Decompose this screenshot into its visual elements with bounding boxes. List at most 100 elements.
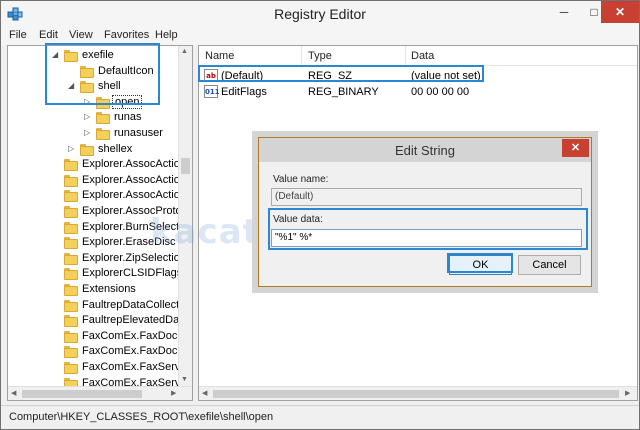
tree-horizontal-scrollbar[interactable]: ◀ ▶	[8, 386, 192, 400]
expand-arrow-icon[interactable]: ▷	[84, 113, 92, 121]
list-row-editflags[interactable]: 011 EditFlags REG_BINARY 00 00 00 00	[199, 84, 637, 100]
tree-node-label: FaxComEx.FaxDocum	[82, 329, 193, 342]
no-expander	[52, 238, 60, 246]
list-horizontal-scrollbar[interactable]: ◀ ▶	[199, 386, 637, 400]
folder-icon	[96, 128, 110, 140]
tree-hscroll-thumb[interactable]	[22, 390, 142, 398]
folder-icon	[64, 206, 78, 218]
folder-icon	[80, 143, 94, 156]
no-expander	[52, 332, 60, 340]
ok-button[interactable]: OK	[449, 255, 512, 275]
folder-icon	[64, 268, 78, 281]
scroll-left-icon[interactable]: ◀	[202, 389, 207, 397]
tree-node-label: Explorer.AssocActionI	[82, 189, 189, 202]
folder-icon	[64, 346, 78, 359]
no-expander	[68, 67, 76, 75]
folder-open-icon	[64, 50, 78, 62]
menu-bar: File Edit View Favorites Help	[1, 27, 639, 45]
no-expander	[52, 316, 60, 324]
title-bar: Registry Editor ─ □ ✕	[1, 1, 639, 27]
folder-icon	[64, 284, 78, 296]
folder-open-icon	[80, 81, 94, 94]
no-expander	[52, 363, 60, 371]
no-expander	[52, 347, 60, 355]
dialog-title: Edit String	[395, 143, 455, 158]
tree-node-label: shellex	[98, 142, 133, 155]
folder-icon	[64, 299, 78, 312]
list-row-default[interactable]: ab (Default) REG_SZ (value not set)	[199, 68, 637, 84]
minimize-button[interactable]: ─	[549, 1, 579, 23]
tree-node-label: Explorer.ZipSelection	[82, 251, 186, 264]
folder-icon	[80, 65, 94, 78]
column-separator	[405, 46, 406, 66]
no-expander	[52, 301, 60, 309]
column-type-header[interactable]: Type	[308, 50, 332, 62]
value-data: 00 00 00 00	[411, 86, 470, 98]
value-name: EditFlags	[221, 86, 267, 98]
tree-node-label: FaxComEx.FaxDocum	[82, 345, 193, 358]
no-expander	[52, 160, 60, 168]
scroll-down-icon[interactable]: ▼	[181, 376, 188, 383]
no-expander	[52, 191, 60, 199]
collapse-arrow-icon[interactable]: ◢	[52, 51, 60, 59]
list-hscroll-thumb[interactable]	[213, 390, 619, 398]
folder-icon	[64, 362, 78, 374]
no-expander	[52, 223, 60, 231]
column-separator	[301, 46, 302, 66]
expand-arrow-icon[interactable]: ▷	[84, 129, 92, 137]
no-expander	[52, 254, 60, 262]
tree-node-label: Extensions	[82, 283, 136, 295]
menu-file[interactable]: File	[9, 29, 27, 41]
scroll-left-icon[interactable]: ◀	[11, 389, 16, 397]
folder-icon	[64, 221, 78, 234]
folder-icon	[64, 174, 78, 187]
tree-node-label: exefile	[82, 49, 114, 61]
no-expander	[52, 269, 60, 277]
column-data-header[interactable]: Data	[411, 50, 434, 62]
scroll-up-icon[interactable]: ▲	[181, 48, 188, 55]
value-data-label: Value data:	[273, 214, 323, 225]
menu-view[interactable]: View	[69, 29, 93, 41]
tree-node-label: FaxComEx.FaxServer	[82, 361, 191, 373]
menu-edit[interactable]: Edit	[39, 29, 58, 41]
folder-icon	[64, 159, 78, 172]
value-type: REG_SZ	[308, 70, 353, 82]
tree-scroll-thumb[interactable]	[181, 158, 190, 174]
tree-node-label: shell	[98, 80, 121, 93]
menu-help[interactable]: Help	[155, 29, 178, 41]
value-name-label: Value name:	[273, 174, 329, 185]
scroll-right-icon[interactable]: ▶	[625, 389, 630, 397]
value-data-input[interactable]: "%1" %*	[271, 229, 582, 247]
cancel-button[interactable]: Cancel	[518, 255, 581, 275]
close-button[interactable]: ✕	[601, 1, 639, 23]
dialog-title-bar: Edit String ✕	[259, 138, 591, 162]
tree-node-label: runas	[114, 111, 142, 124]
list-header: Name Type Data	[199, 46, 637, 66]
value-data: (value not set)	[411, 70, 481, 82]
tree-node-label: DefaultIcon	[98, 64, 154, 77]
value-name: (Default)	[221, 70, 264, 82]
expand-arrow-icon[interactable]: ▷	[84, 97, 92, 106]
tree-node-label: Explorer.AssocActionI	[82, 158, 189, 171]
tree-node-label: FaultrepDataCollection	[82, 298, 193, 311]
no-expander	[52, 207, 60, 215]
binary-value-icon: 011	[204, 85, 220, 98]
collapse-arrow-icon[interactable]: ◢	[68, 82, 76, 90]
value-type: REG_BINARY	[308, 86, 379, 98]
tree-node-label: open	[112, 94, 143, 109]
column-name-header[interactable]: Name	[205, 50, 234, 62]
dialog-close-button[interactable]: ✕	[562, 139, 589, 157]
status-path: Computer\HKEY_CLASSES_ROOT\exefile\shell…	[9, 411, 274, 423]
tree-node-label: runasuser	[114, 127, 163, 139]
expand-arrow-icon[interactable]: ▷	[68, 144, 76, 153]
no-expander	[52, 176, 60, 184]
tree-node-label: Explorer.AssocActionI	[82, 173, 189, 186]
menu-favorites[interactable]: Favorites	[104, 29, 149, 41]
value-name-field: (Default)	[271, 188, 582, 206]
folder-icon	[64, 190, 78, 203]
scroll-right-icon[interactable]: ▶	[171, 389, 176, 397]
folder-icon	[64, 237, 78, 250]
folder-icon	[64, 330, 78, 343]
tree-node-label: FaultrepElevatedDataC	[82, 314, 193, 327]
edit-string-dialog: Edit String ✕ Value name: (Default) Valu…	[258, 137, 592, 287]
